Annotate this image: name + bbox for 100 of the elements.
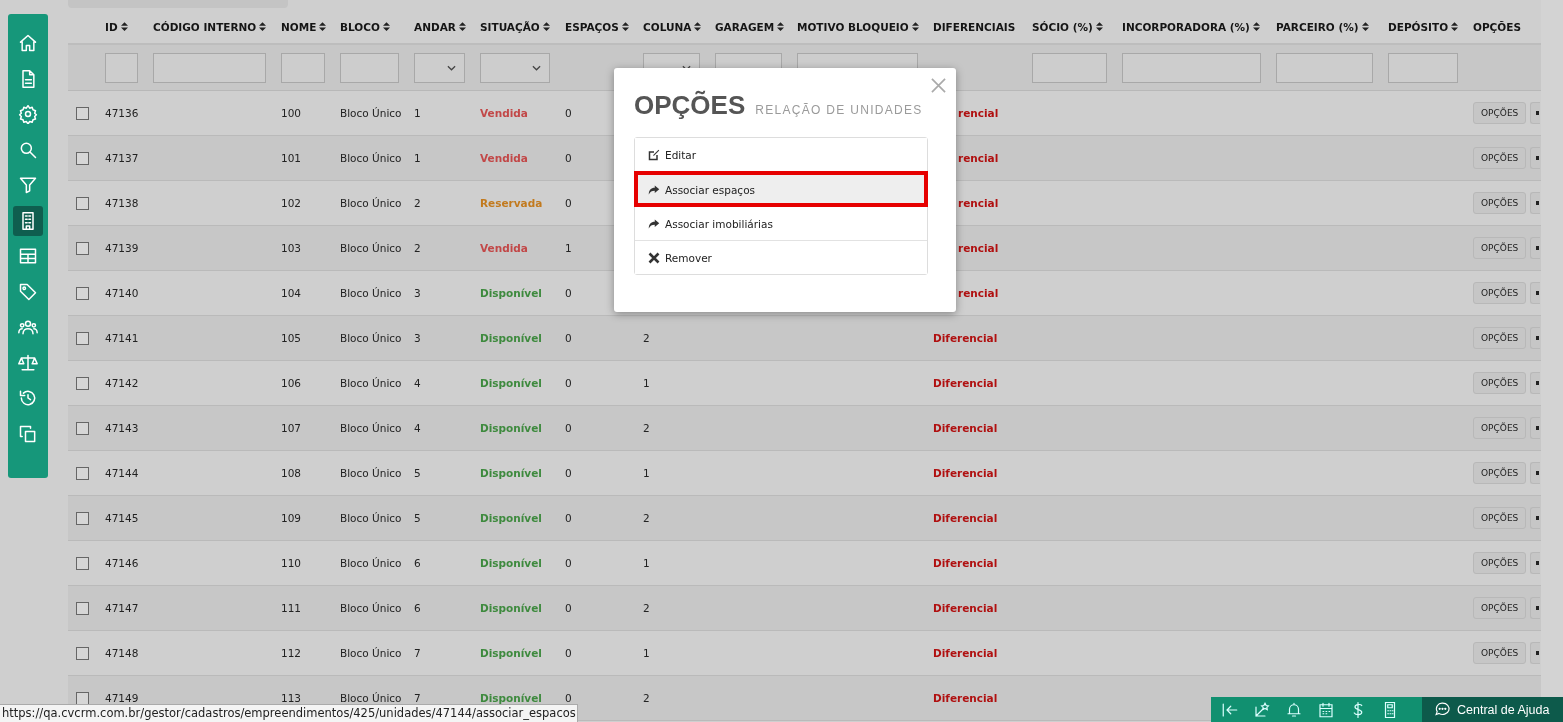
row-checkbox[interactable] — [76, 196, 89, 210]
row-checkbox[interactable] — [76, 106, 89, 120]
table-cell: Diferencial — [933, 557, 998, 569]
row-checkbox[interactable] — [76, 286, 89, 300]
dropdown-button[interactable] — [1530, 102, 1541, 124]
dropdown-button[interactable] — [1530, 372, 1541, 394]
dropdown-button[interactable] — [1530, 417, 1541, 439]
dropdown-button[interactable] — [1530, 327, 1541, 349]
options-button[interactable]: OPÇÕES — [1473, 192, 1527, 214]
sidebar-item[interactable] — [13, 205, 43, 236]
status-text: Disponível — [480, 332, 542, 344]
history-icon — [18, 388, 38, 408]
options-button[interactable]: OPÇÕES — [1473, 417, 1527, 439]
row-checkbox[interactable] — [76, 376, 89, 390]
dropdown-button[interactable] — [1530, 642, 1541, 664]
options-button[interactable]: OPÇÕES — [1473, 597, 1527, 619]
dropdown-button[interactable] — [1530, 237, 1541, 259]
dropdown-button[interactable] — [1530, 147, 1541, 169]
column-header[interactable]: ID — [105, 20, 128, 33]
options-button[interactable]: OPÇÕES — [1473, 102, 1527, 124]
filter-field[interactable] — [105, 52, 138, 83]
status-text: Vendida — [480, 107, 528, 119]
dropdown-button[interactable] — [1530, 552, 1541, 574]
filter-field[interactable] — [281, 52, 325, 83]
sort-icon[interactable] — [458, 22, 466, 31]
options-button[interactable]: OPÇÕES — [1473, 147, 1527, 169]
table-cell: 0 — [565, 422, 572, 434]
table-cell: 1 — [643, 647, 650, 659]
column-header[interactable]: BLOCO — [340, 20, 390, 33]
options-button[interactable]: OPÇÕES — [1473, 642, 1527, 664]
filter-field[interactable] — [1276, 52, 1373, 83]
dropdown-button[interactable] — [1530, 192, 1541, 214]
sort-icon[interactable] — [1095, 22, 1103, 31]
sort-icon[interactable] — [1361, 22, 1369, 31]
column-header[interactable]: CÓDIGO INTERNO — [153, 20, 267, 33]
menu-item[interactable]: Associar espaços — [635, 172, 927, 206]
table-cell: Bloco Único — [340, 332, 402, 344]
close-button[interactable] — [930, 77, 947, 94]
row-checkbox[interactable] — [76, 466, 89, 480]
row-checkbox[interactable] — [76, 601, 89, 615]
row-checkbox[interactable] — [76, 556, 89, 570]
dropdown-button[interactable] — [1530, 282, 1541, 304]
table-cell: 47140 — [105, 287, 139, 299]
column-header[interactable]: SITUAÇÃO — [480, 20, 550, 33]
sort-icon[interactable] — [911, 22, 919, 31]
table-cell: Bloco Único — [340, 467, 402, 479]
options-button[interactable]: OPÇÕES — [1473, 282, 1527, 304]
table-cell: 0 — [565, 647, 572, 659]
column-header[interactable]: NOME — [281, 20, 327, 33]
sort-icon[interactable] — [542, 22, 550, 31]
column-header[interactable]: MOTIVO BLOQUEIO — [797, 20, 919, 33]
column-header[interactable]: ANDAR — [414, 20, 466, 33]
filter-field[interactable] — [153, 52, 266, 83]
options-button[interactable]: OPÇÕES — [1473, 372, 1527, 394]
table-cell: Bloco Único — [340, 377, 402, 389]
filter-field[interactable] — [1388, 52, 1458, 83]
options-button[interactable]: OPÇÕES — [1473, 552, 1527, 574]
menu-item[interactable]: Remover — [635, 240, 927, 274]
row-checkbox[interactable] — [76, 646, 89, 660]
dropdown-button[interactable] — [1530, 597, 1541, 619]
column-header[interactable]: SÓCIO (%) — [1032, 20, 1103, 33]
table-cell: 103 — [281, 242, 302, 254]
column-header[interactable]: DEPÓSITO — [1388, 20, 1459, 33]
table-cell: Diferencial — [933, 602, 998, 614]
options-button[interactable]: OPÇÕES — [1473, 237, 1527, 259]
row-checkbox[interactable] — [76, 151, 89, 165]
sort-icon[interactable] — [382, 22, 390, 31]
table-cell: 1 — [643, 377, 650, 389]
sort-icon[interactable] — [120, 22, 128, 31]
table-cell: 0 — [565, 377, 572, 389]
options-button[interactable]: OPÇÕES — [1473, 327, 1527, 349]
column-header[interactable]: PARCEIRO (%) — [1276, 20, 1369, 33]
column-header[interactable]: COLUNA — [643, 20, 702, 33]
options-button[interactable]: OPÇÕES — [1473, 507, 1527, 529]
dropdown-button[interactable] — [1530, 507, 1541, 529]
sort-icon[interactable] — [621, 22, 629, 31]
row-checkbox[interactable] — [76, 241, 89, 255]
row-checkbox[interactable] — [76, 331, 89, 345]
column-header[interactable]: ESPAÇOS — [565, 20, 629, 33]
row-checkbox[interactable] — [76, 511, 89, 525]
table-cell: 112 — [281, 647, 302, 659]
row-checkbox[interactable] — [76, 421, 89, 435]
dropdown-button[interactable] — [1530, 462, 1541, 484]
sort-icon[interactable] — [1451, 22, 1459, 31]
row-checkbox[interactable] — [76, 691, 89, 705]
options-button[interactable]: OPÇÕES — [1473, 462, 1527, 484]
table-cell: Bloco Único — [340, 152, 402, 164]
table-cell: 0 — [565, 467, 572, 479]
filter-field[interactable] — [340, 52, 399, 83]
help-button[interactable]: Central de Ajuda — [1422, 697, 1563, 722]
sort-icon[interactable] — [777, 22, 785, 31]
filter-field[interactable] — [1122, 52, 1261, 83]
sort-icon[interactable] — [694, 22, 702, 31]
sort-icon[interactable] — [1252, 22, 1260, 31]
table-cell: 1 — [643, 467, 650, 479]
sort-icon[interactable] — [259, 22, 267, 31]
sort-icon[interactable] — [319, 22, 327, 31]
filter-field[interactable] — [1032, 52, 1107, 83]
column-header[interactable]: GARAGEM — [715, 20, 785, 33]
column-header[interactable]: INCORPORADORA (%) — [1122, 20, 1260, 33]
